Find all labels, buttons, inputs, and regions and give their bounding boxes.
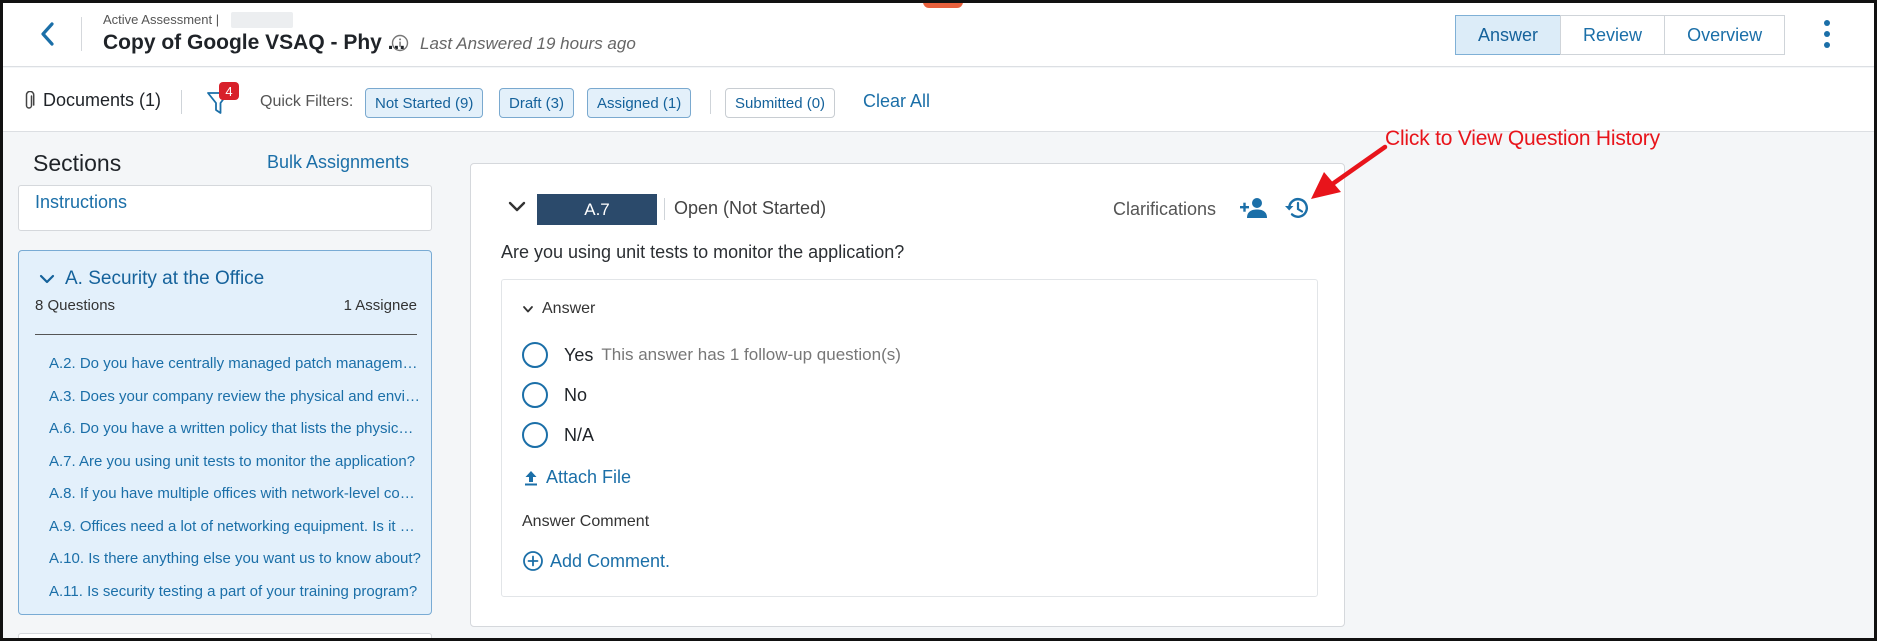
question-link[interactable]: A.6. Do you have a written policy that l… [49,420,421,453]
back-button[interactable] [33,17,61,51]
option-label: N/A [564,424,595,445]
question-link[interactable]: A.3. Does your company review the physic… [49,388,421,421]
assignee-count: 1 Assignee [343,297,417,314]
filter-bar: Documents (1) 4 Quick Filters: Not Start… [3,68,1874,132]
filter-divider [710,90,711,114]
breadcrumb: Active Assessment | [103,12,220,27]
bulk-assignments-link[interactable]: Bulk Assignments [267,152,409,173]
upload-icon [525,470,537,485]
assessment-title: Copy of Google VSAQ - Phy ... [103,31,406,54]
chevron-down-icon [39,274,55,284]
section-divider [35,334,417,335]
clarifications-link[interactable]: Clarifications [1113,199,1216,220]
chip-assigned[interactable]: Assigned (1) [587,88,692,118]
add-assignee-icon[interactable] [1239,195,1269,221]
more-options-icon[interactable] [1817,17,1837,51]
plus-circle-icon [523,551,543,571]
redacted-text [231,12,293,28]
add-comment-button[interactable]: Add Comment. [522,550,670,572]
quick-filters-label: Quick Filters: [260,93,354,110]
paperclip-icon [25,90,35,109]
app-window: Active Assessment | Copy of Google VSAQ … [0,0,1877,641]
chip-draft[interactable]: Draft (3) [499,88,575,118]
question-list: A.2. Do you have centrally managed patch… [49,355,421,615]
option-label: No [564,384,588,405]
documents-label: Documents (1) [43,90,162,110]
option-yes[interactable]: Yes This answer has 1 follow-up question… [522,342,901,368]
top-header: Active Assessment | Copy of Google VSAQ … [3,3,1874,67]
tab-answer[interactable]: Answer [1455,15,1562,55]
question-link[interactable]: A.7. Are you using unit tests to monitor… [49,453,421,486]
question-link[interactable]: A.9. Offices need a lot of networking eq… [49,518,421,551]
instructions-link[interactable]: Instructions [35,192,127,213]
question-text: Are you using unit tests to monitor the … [501,242,905,262]
tab-overview[interactable]: Overview [1664,15,1786,55]
last-answered-text: Last Answered 19 hours ago [420,34,636,53]
info-icon[interactable] [391,34,409,52]
question-id-badge: A.7 [537,194,657,225]
section-card: A. Security at the Office 8 Questions 1 … [18,250,432,615]
option-label: Yes [564,344,594,365]
question-panel: A.7 Open (Not Started) Clarifications Ar… [470,163,1345,627]
view-tabs: Answer Review Overview [1455,15,1786,55]
filter-count-badge: 4 [219,82,239,100]
radio-button[interactable] [522,342,548,368]
chevron-left-icon [41,22,54,46]
question-status: Open (Not Started) [674,198,827,218]
annotation-arrow-icon [1311,144,1388,199]
chip-not-started[interactable]: Not Started (9) [365,88,484,118]
section-header[interactable]: A. Security at the Office [39,268,264,290]
add-comment-label: Add Comment. [550,550,671,571]
answer-box: Answer Yes This answer has 1 follow-up q… [501,279,1318,597]
question-link[interactable]: A.10. Is there anything else you want us… [49,550,421,583]
annotation-label: Click to View Question History [1385,127,1660,150]
question-link[interactable]: A.11. Is security testing a part of your… [49,583,421,616]
instructions-card[interactable]: Instructions [18,185,432,231]
notification-tab[interactable] [923,3,963,8]
answer-label: Answer [542,300,596,317]
radio-button[interactable] [522,382,548,408]
tab-review[interactable]: Review [1560,15,1666,55]
chevron-down-icon [523,305,533,312]
follow-up-note: This answer has 1 follow-up question(s) [601,345,901,364]
option-na[interactable]: N/A [522,422,594,448]
filter-divider [181,90,182,114]
section-title: A. Security at the Office [65,268,265,289]
option-no[interactable]: No [522,382,587,408]
chip-submitted[interactable]: Submitted (0) [725,88,836,118]
question-link[interactable]: A.2. Do you have centrally managed patch… [49,355,421,388]
documents-button[interactable]: Documents (1) [23,90,161,111]
radio-button[interactable] [522,422,548,448]
header-divider [81,17,82,51]
collapse-chevron-icon[interactable] [507,200,527,214]
sections-title: Sections [33,150,122,176]
clear-all-link[interactable]: Clear All [863,91,930,112]
attach-file-button[interactable]: Attach File [524,467,631,488]
answer-toggle[interactable]: Answer [522,300,595,318]
next-section-card[interactable] [18,633,432,638]
id-divider [664,198,665,220]
attach-file-label: Attach File [546,467,632,487]
question-link[interactable]: A.8. If you have multiple offices with n… [49,485,421,518]
question-count: 8 Questions [35,297,116,314]
answer-comment-label: Answer Comment [522,513,650,530]
